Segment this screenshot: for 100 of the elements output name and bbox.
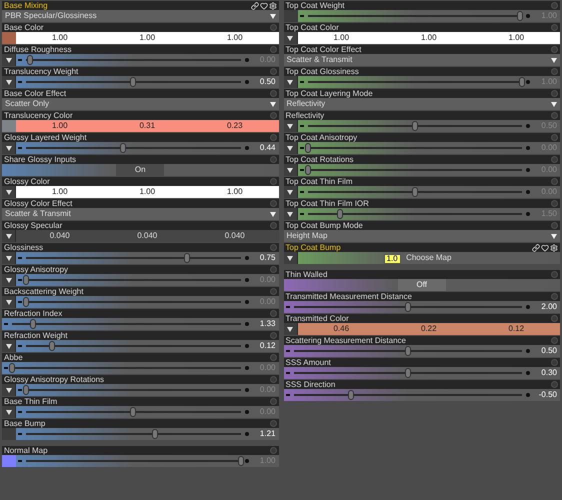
slider-thumb[interactable]	[23, 385, 29, 395]
map-menu-button[interactable]	[2, 340, 16, 352]
texture-thumbnail[interactable]	[284, 10, 298, 22]
map-menu-button[interactable]	[2, 384, 16, 396]
link-icon[interactable]	[250, 2, 258, 10]
circle-icon[interactable]	[551, 112, 558, 119]
circle-icon[interactable]	[270, 24, 276, 31]
slider[interactable]: 2.00	[284, 301, 560, 313]
map-menu-button[interactable]	[284, 252, 298, 264]
value-reading[interactable]: 0.44	[248, 142, 278, 154]
color-field[interactable]: 1.00 1.00 1.00	[16, 186, 278, 198]
value-reading[interactable]: 0.50	[248, 76, 278, 88]
dropdown[interactable]: Reflectivity	[284, 98, 560, 110]
color-value[interactable]: 0.22	[385, 323, 472, 335]
slider-thumb[interactable]	[516, 11, 523, 21]
circle-icon[interactable]	[551, 359, 558, 366]
value-reading[interactable]: 0.30	[530, 367, 560, 379]
circle-icon[interactable]	[270, 134, 276, 141]
circle-icon[interactable]	[551, 46, 558, 53]
value-reading[interactable]: 1.21	[248, 428, 278, 440]
circle-icon[interactable]	[270, 288, 276, 295]
color-value[interactable]: 1.00	[16, 186, 104, 198]
slider[interactable]: 0.30	[284, 367, 560, 379]
heart-icon[interactable]	[541, 244, 549, 252]
slider-thumb[interactable]	[412, 187, 418, 197]
slider-thumb[interactable]	[304, 143, 310, 153]
circle-icon[interactable]	[270, 376, 276, 383]
circle-icon[interactable]	[270, 354, 276, 361]
circle-icon[interactable]	[270, 178, 276, 185]
circle-icon[interactable]	[551, 156, 558, 163]
circle-icon[interactable]	[270, 447, 276, 454]
dropdown[interactable]: Height Map	[284, 230, 560, 242]
value-reading[interactable]: 2.00	[530, 301, 560, 313]
map-menu-button[interactable]	[2, 54, 16, 66]
circle-icon[interactable]	[270, 156, 276, 163]
slider-thumb[interactable]	[404, 302, 411, 312]
circle-icon[interactable]	[270, 310, 276, 317]
circle-icon[interactable]	[270, 112, 276, 119]
color-value[interactable]: 1.00	[191, 32, 278, 44]
color-value[interactable]: 1.00	[385, 32, 472, 44]
circle-icon[interactable]	[551, 381, 558, 388]
dropdown[interactable]: Scatter & Transmit	[2, 208, 278, 220]
slider-thumb[interactable]	[404, 346, 411, 356]
slider-thumb[interactable]	[9, 363, 15, 373]
map-menu-button[interactable]	[284, 120, 298, 132]
slider-thumb[interactable]	[336, 209, 343, 219]
slider-thumb[interactable]	[48, 341, 55, 351]
slider-thumb[interactable]	[130, 407, 136, 417]
map-menu-button[interactable]	[284, 186, 298, 198]
color-field[interactable]: 0.46 0.22 0.12	[298, 323, 560, 335]
map-menu-button[interactable]	[2, 76, 16, 88]
settings-icon[interactable]	[550, 244, 558, 252]
circle-icon[interactable]	[270, 68, 276, 75]
heart-icon[interactable]	[260, 2, 268, 10]
value-reading[interactable]: -0.50	[530, 389, 560, 401]
slider-thumb[interactable]	[412, 121, 418, 131]
link-icon[interactable]	[532, 244, 540, 252]
color-value[interactable]: 1.00	[191, 186, 278, 198]
slider-thumb[interactable]	[120, 143, 126, 153]
map-menu-button[interactable]	[284, 32, 298, 44]
circle-icon[interactable]	[270, 266, 276, 273]
color-field[interactable]: 1.00 1.00 1.00	[298, 32, 560, 44]
circle-icon[interactable]	[551, 293, 558, 300]
dropdown[interactable]: Scatter Only	[2, 98, 278, 110]
color-field[interactable]: 1.00 0.31 0.23	[16, 120, 278, 132]
circle-icon[interactable]	[551, 134, 558, 141]
color-value[interactable]: 1.00	[298, 32, 385, 44]
circle-icon[interactable]	[551, 337, 558, 344]
circle-icon[interactable]	[551, 315, 558, 322]
value-reading[interactable]: 1.33	[248, 318, 278, 330]
slider-thumb[interactable]	[152, 429, 158, 439]
slider-thumb[interactable]	[519, 77, 525, 87]
circle-icon[interactable]	[270, 420, 276, 427]
settings-icon[interactable]	[268, 2, 276, 10]
texture-thumbnail[interactable]	[2, 428, 16, 440]
map-menu-button[interactable]	[2, 142, 16, 154]
color-value[interactable]: 1.00	[472, 32, 560, 44]
color-value[interactable]: 0.23	[191, 120, 278, 132]
slider[interactable]: 0.75	[16, 252, 278, 264]
slider[interactable]: 1.33	[2, 318, 278, 330]
color-value[interactable]: 0.12	[472, 323, 560, 335]
slider-thumb[interactable]	[348, 390, 354, 400]
value-reading[interactable]: 0.75	[248, 252, 278, 264]
value-reading[interactable]: 0.12	[248, 340, 278, 352]
color-value[interactable]: 0.040	[16, 230, 104, 242]
color-value[interactable]: 1.00	[16, 120, 104, 132]
circle-icon[interactable]	[551, 68, 558, 75]
map-menu-button[interactable]	[284, 208, 298, 220]
slider[interactable]: 1.21	[16, 428, 278, 440]
circle-icon[interactable]	[270, 244, 276, 251]
slider[interactable]: -0.50	[284, 389, 560, 401]
circle-icon[interactable]	[270, 200, 276, 207]
texture-thumbnail[interactable]	[2, 120, 16, 132]
color-value[interactable]: 0.040	[191, 230, 278, 242]
slider-thumb[interactable]	[304, 165, 310, 175]
map-menu-button[interactable]	[2, 252, 16, 264]
slider-thumb[interactable]	[238, 456, 244, 466]
texture-thumbnail[interactable]	[2, 455, 16, 467]
circle-icon[interactable]	[551, 2, 558, 9]
color-value[interactable]: 0.46	[298, 323, 385, 335]
